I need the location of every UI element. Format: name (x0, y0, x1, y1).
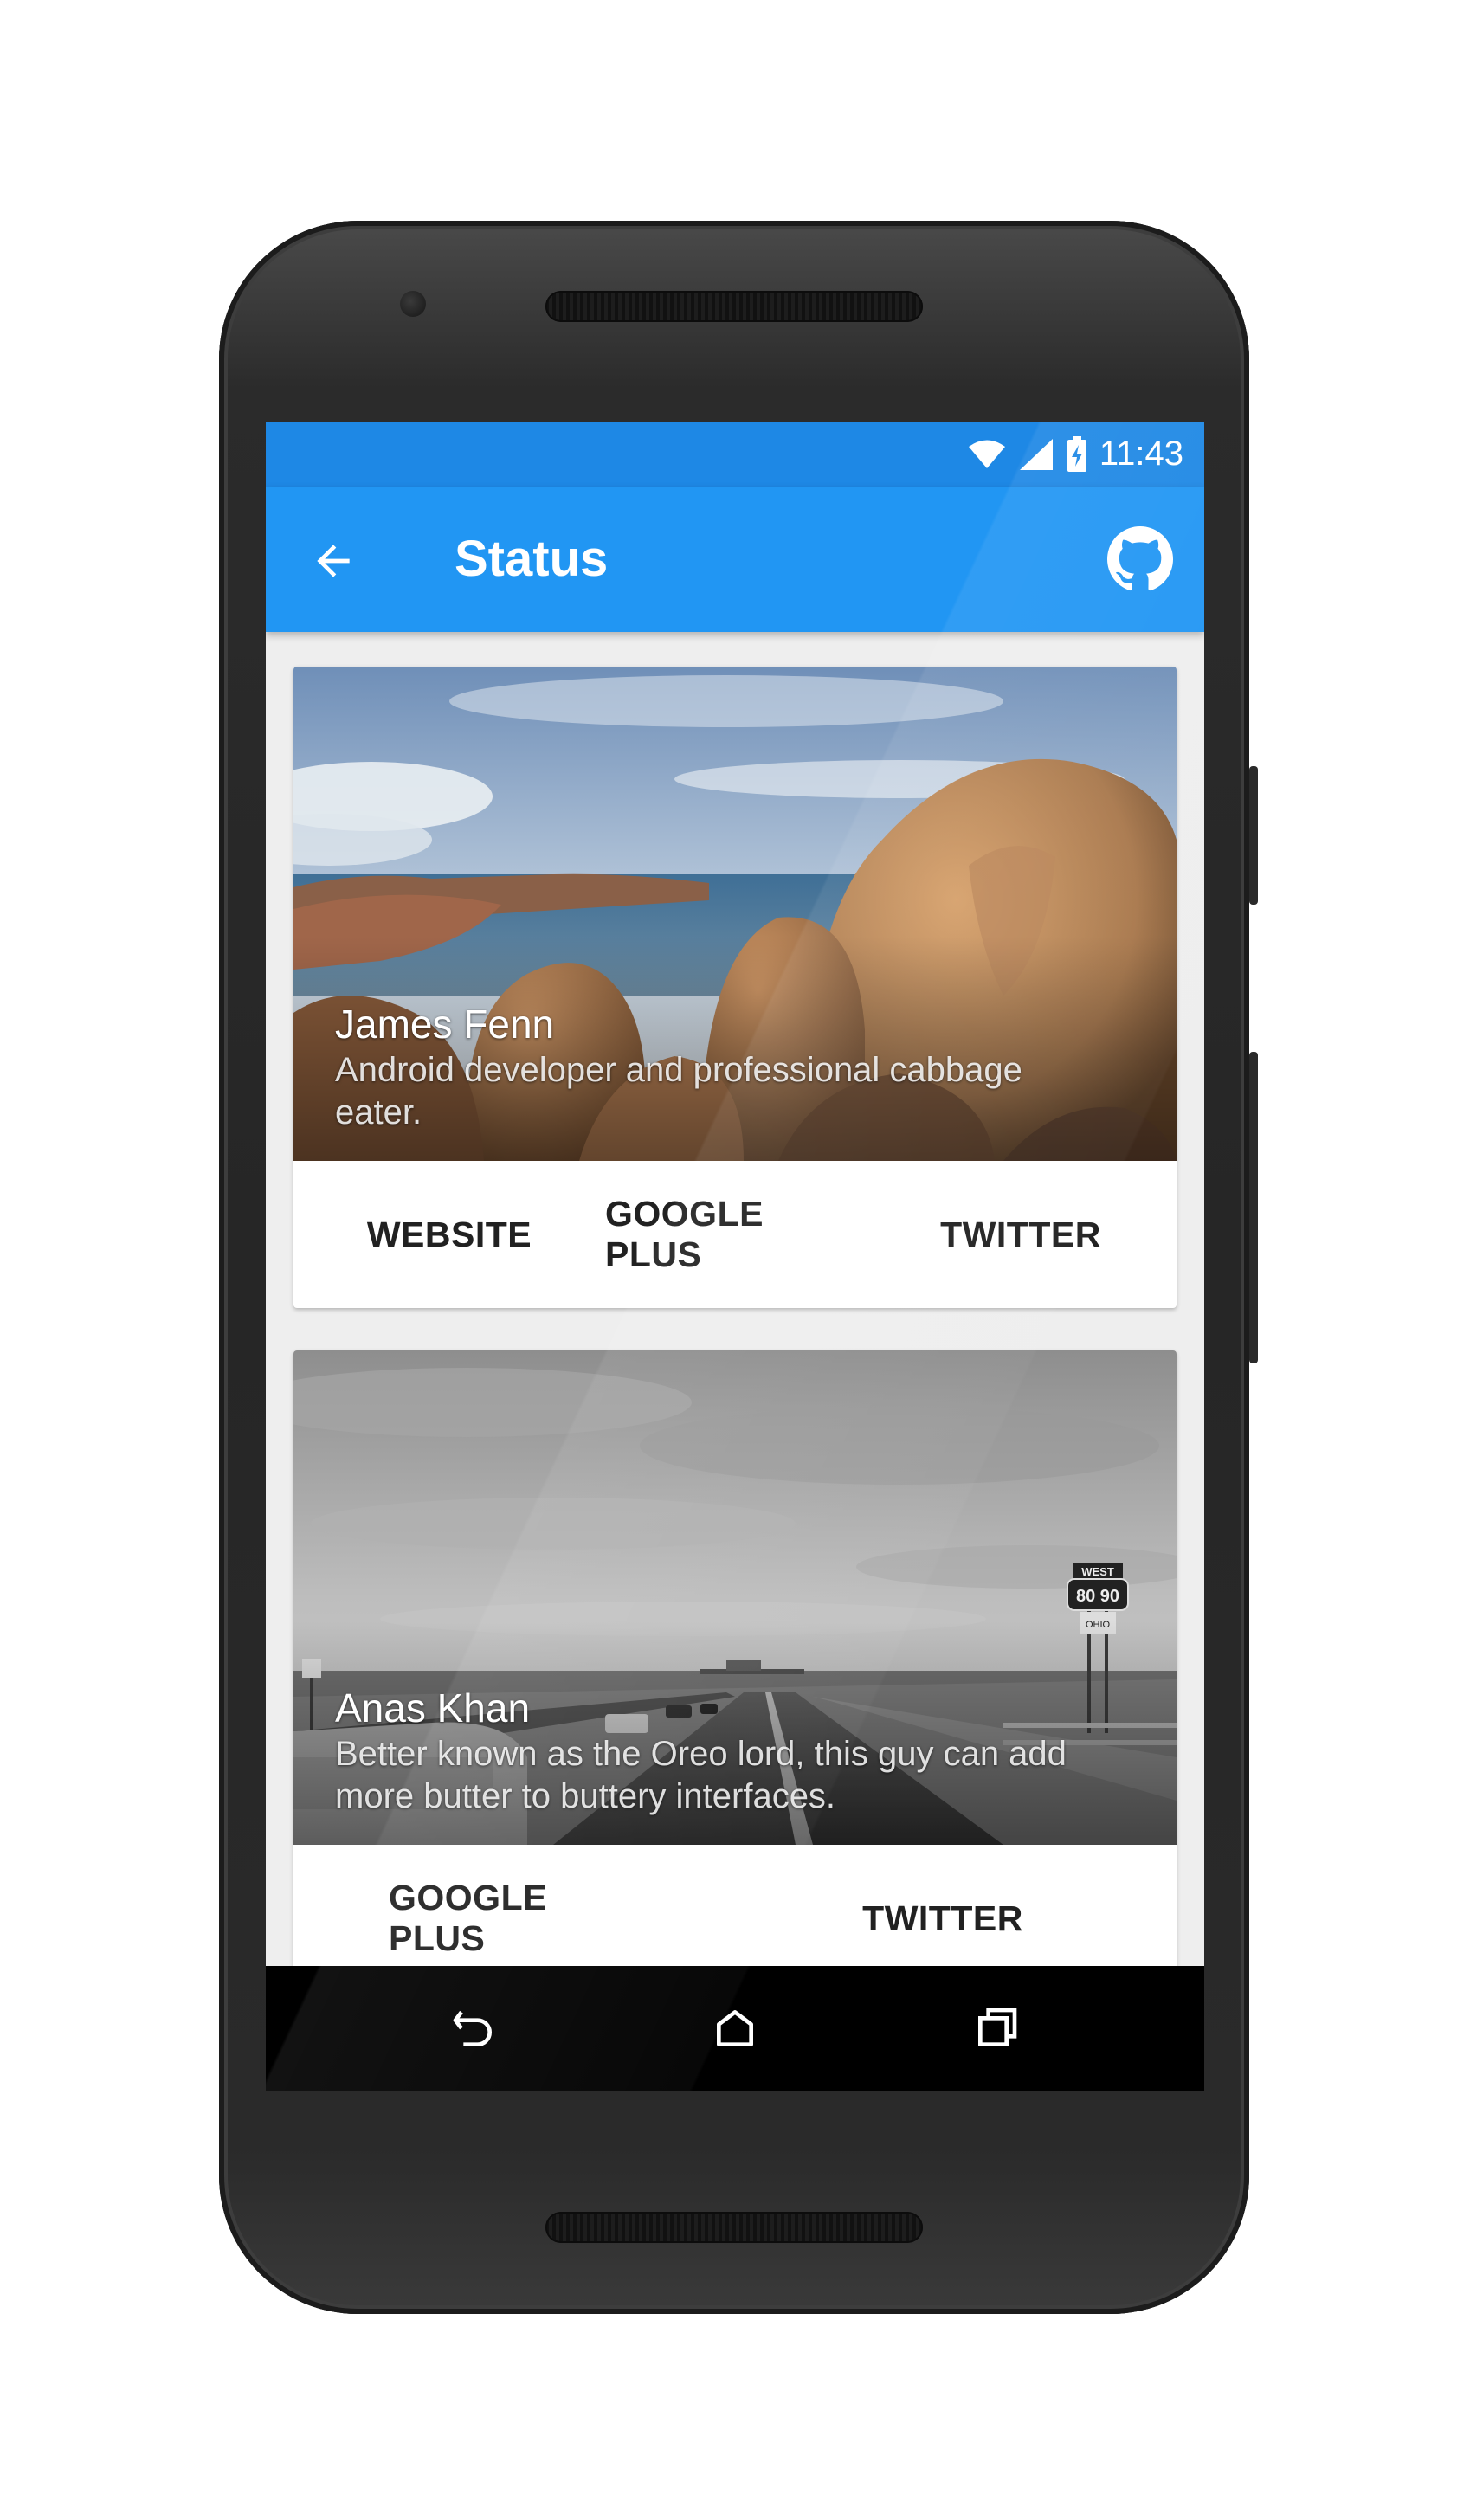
svg-text:WEST: WEST (1081, 1565, 1114, 1578)
back-arrow-icon[interactable] (309, 537, 358, 585)
contributor-card-2: WEST 80 90 OHIO Anas Khan Better known a… (293, 1350, 1177, 1992)
bottom-speaker (545, 2212, 923, 2243)
card-description: Better known as the Oreo lord, this guy … (335, 1735, 1067, 1815)
screen: 11:43 Status James Fenn Android develope… (266, 422, 1204, 2091)
twitter-button[interactable]: TWITTER (917, 1161, 1125, 1308)
card-header-image-coast: James Fenn Android developer and profess… (293, 667, 1177, 1161)
signal-icon (1019, 438, 1053, 470)
status-time: 11:43 (1099, 435, 1183, 473)
card-description: Android developer and professional cabba… (335, 1051, 1022, 1131)
battery-charging-icon (1067, 435, 1086, 472)
app-bar: Status (266, 487, 1204, 632)
wifi-icon (968, 440, 1005, 468)
card-actions: WEBSITE GOOGLE PLUS TWITTER (293, 1161, 1177, 1308)
contributor-card-1: James Fenn Android developer and profess… (293, 667, 1177, 1308)
top-speaker (545, 291, 923, 322)
phone-power-button (1249, 1052, 1258, 1363)
google-plus-button[interactable]: GOOGLE PLUS (605, 1161, 865, 1308)
navigation-bar (266, 1966, 1204, 2091)
nav-recents-icon[interactable] (972, 2004, 1021, 2053)
front-camera (400, 291, 426, 317)
nav-home-icon[interactable] (711, 2004, 759, 2053)
website-button[interactable]: WEBSITE (345, 1161, 553, 1308)
phone-volume-button (1249, 766, 1258, 905)
svg-text:80 90: 80 90 (1076, 1587, 1119, 1606)
card-header-image-highway: WEST 80 90 OHIO Anas Khan Better known a… (293, 1350, 1177, 1845)
nav-back-icon[interactable] (449, 2004, 498, 2053)
card-name: James Fenn (335, 1002, 555, 1047)
page-title: Status (455, 531, 609, 587)
github-icon[interactable] (1107, 526, 1173, 592)
status-bar: 11:43 (266, 422, 1204, 487)
card-name: Anas Khan (335, 1685, 531, 1730)
